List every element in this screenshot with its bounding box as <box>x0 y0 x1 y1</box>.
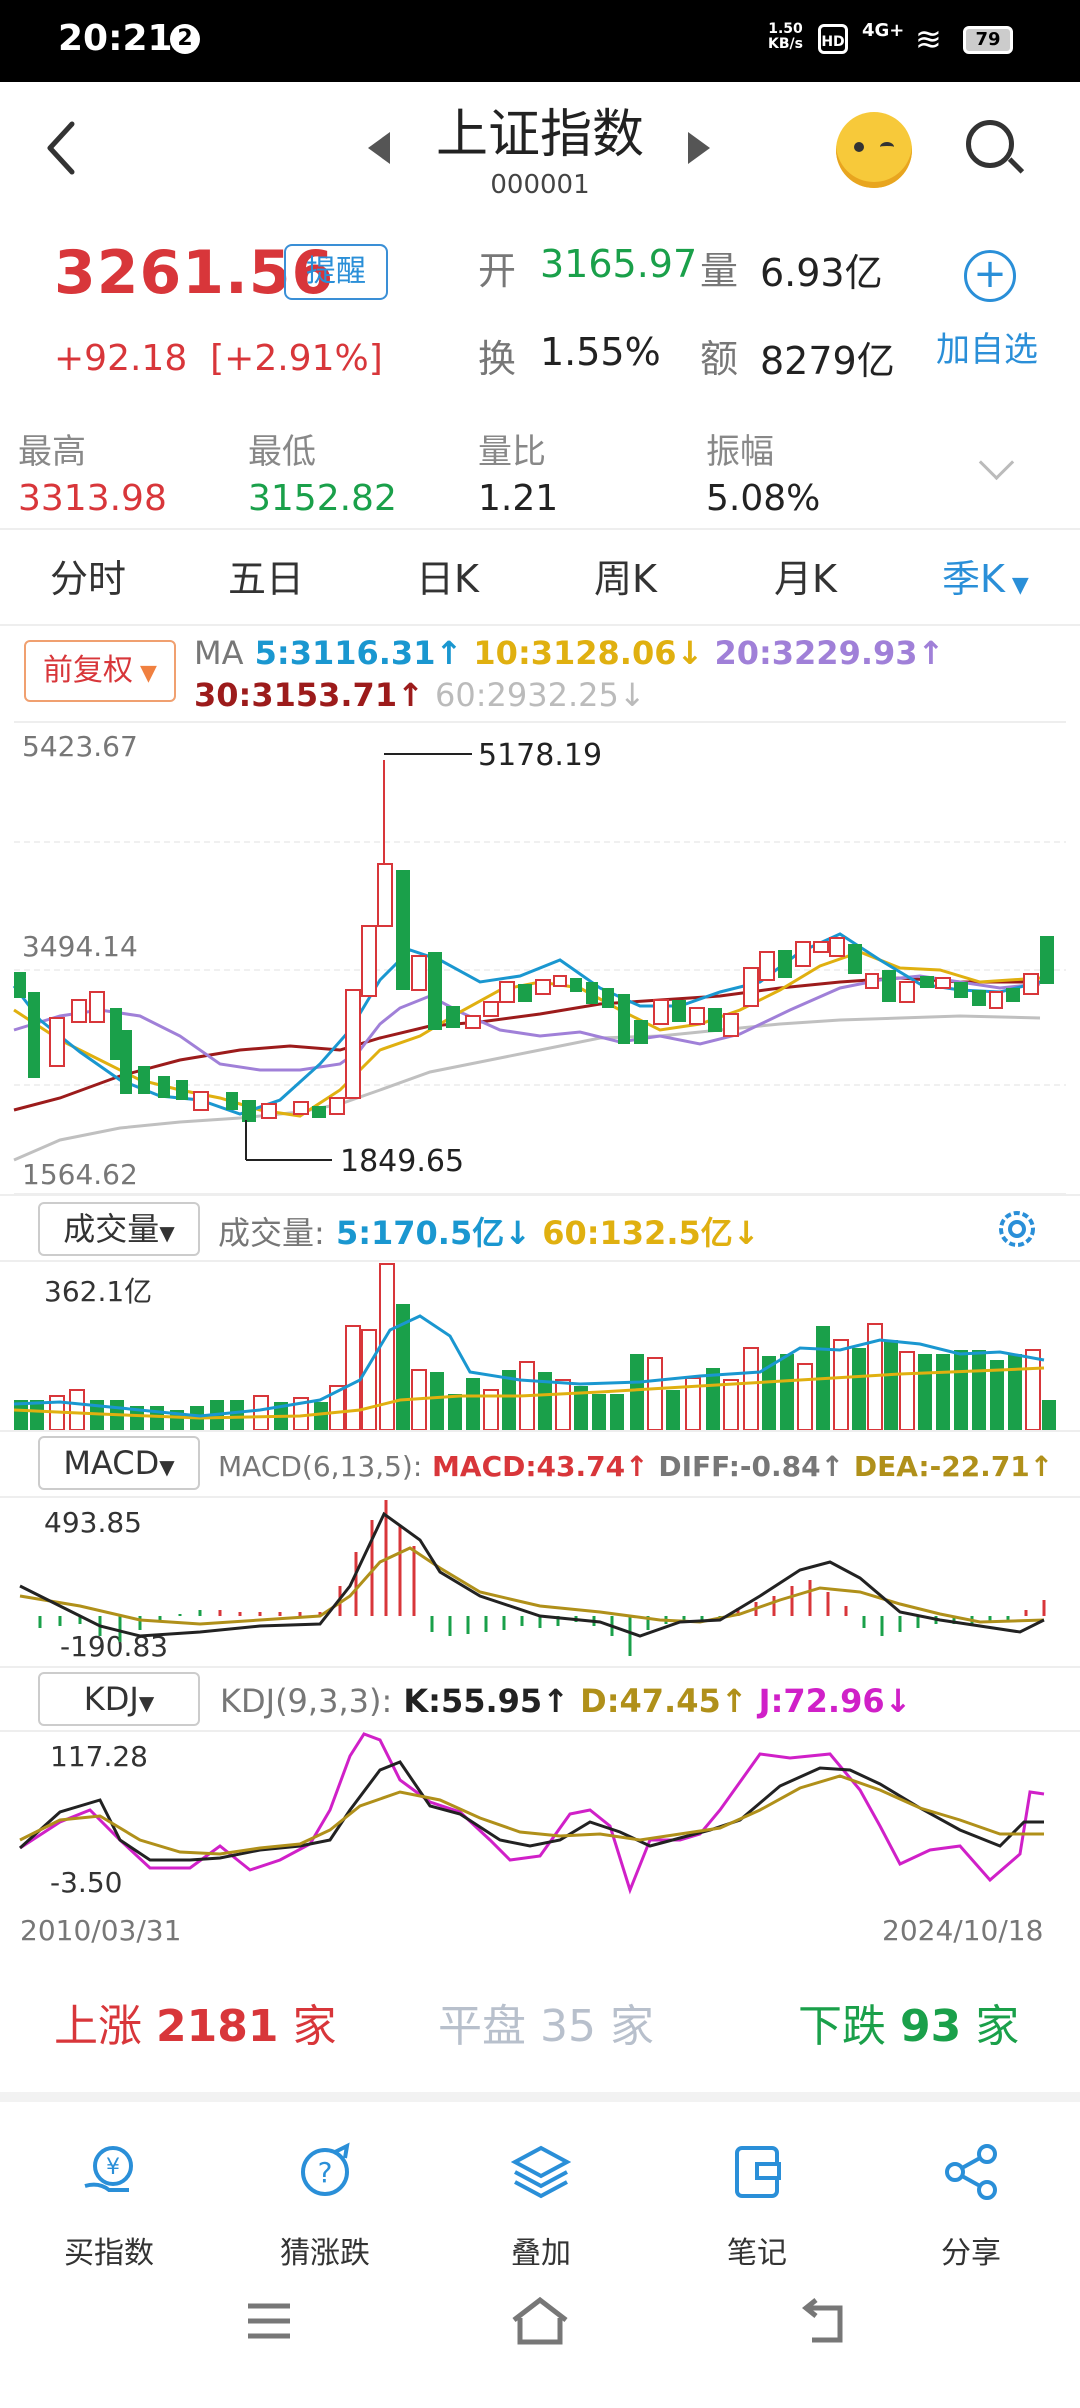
stock-code: 000001 <box>490 170 590 200</box>
divider <box>0 1666 1080 1668</box>
net-speed: 1.50 KB/s <box>768 21 803 52</box>
volume-selector[interactable]: 成交量▼ <box>38 1202 200 1256</box>
stat-amplitude-label: 振幅 <box>706 432 774 472</box>
battery-icon: 79 <box>963 26 1013 54</box>
status-bar: 20:21 2 1.50 KB/s HD 4G+ ≋ 79 <box>0 0 1080 82</box>
stat-high-label: 最高 <box>18 432 86 472</box>
nav-notes[interactable]: 笔记 <box>692 2142 822 2272</box>
tab-monthly-k[interactable]: 月K <box>774 548 837 603</box>
volume-value: 6.93亿 <box>760 251 883 295</box>
amount-value: 8279亿 <box>760 339 895 383</box>
search-icon[interactable] <box>966 120 1014 168</box>
stat-high-value: 3313.98 <box>18 478 167 519</box>
high-marker-label: 5178.19 <box>478 738 603 773</box>
ma-legend-row1: MA 5:3116.31↑ 10:3128.06↓ 20:3229.93↑ <box>194 634 945 672</box>
macd-chart[interactable] <box>0 1496 1080 1666</box>
note-icon <box>735 2146 781 2198</box>
kdj-selector[interactable]: KDJ▼ <box>38 1672 200 1726</box>
macd-selector[interactable]: MACD▼ <box>38 1436 200 1490</box>
date-start: 2010/03/31 <box>20 1914 182 1947</box>
wifi-icon: ≋ <box>915 20 942 58</box>
ma-legend-row2: 30:3153.71↑ 60:2932.25↓ <box>194 676 646 714</box>
period-tabs <box>0 528 1080 626</box>
stat-amplitude-value: 5.08% <box>706 478 821 519</box>
kdj-chart[interactable] <box>0 1730 1080 1900</box>
svg-text:?: ? <box>318 2156 333 2189</box>
divider <box>0 1430 1080 1432</box>
svg-text:¥: ¥ <box>106 2155 120 2180</box>
share-icon <box>945 2144 997 2200</box>
low-marker-label: 1849.65 <box>340 1144 465 1179</box>
tab-five-day[interactable]: 五日 <box>228 548 304 603</box>
expand-chevron-icon[interactable] <box>978 444 1015 481</box>
kline-y-top: 5423.67 <box>22 730 138 763</box>
nav-overlay[interactable]: 叠加 <box>476 2142 606 2272</box>
nav-buy-index[interactable]: ¥ 买指数 <box>44 2142 174 2272</box>
divider <box>0 1194 1080 1196</box>
turnover-value: 1.55% <box>540 330 661 374</box>
volume-chart[interactable] <box>0 1260 1080 1430</box>
mascot-icon[interactable] <box>836 112 912 188</box>
turnover-label: 换 <box>478 337 517 381</box>
tab-intraday[interactable]: 分时 <box>50 548 126 603</box>
price-change: +92.18 [+2.91%] <box>54 338 383 379</box>
nav-share[interactable]: 分享 <box>906 2142 1036 2272</box>
volume-label: 量 <box>700 249 739 293</box>
adjust-selector[interactable]: 前复权 ▼ <box>24 640 176 702</box>
kline-y-mid: 3494.14 <box>22 930 138 963</box>
yen-hand-icon: ¥ <box>84 2146 133 2192</box>
date-end: 2024/10/18 <box>882 1914 1044 1947</box>
up-count: 上涨 2181 家 <box>54 2001 337 2052</box>
home-icon[interactable] <box>510 2296 570 2346</box>
settings-gear-icon[interactable] <box>992 1204 1042 1254</box>
tab-daily-k[interactable]: 日K <box>416 548 479 603</box>
amount-label: 额 <box>700 337 739 381</box>
page-title: 上证指数 <box>435 105 644 165</box>
status-time: 20:21 <box>58 18 173 59</box>
stat-vol-ratio-value: 1.21 <box>478 478 559 519</box>
tab-weekly-k[interactable]: 周K <box>594 548 657 603</box>
flat-count: 平盘 35 家 <box>438 2001 654 2052</box>
next-stock-icon[interactable] <box>688 132 710 164</box>
divider <box>0 2092 1080 2102</box>
stat-vol-ratio-label: 量比 <box>478 432 546 472</box>
nav-guess-updown[interactable]: ? 猜涨跌 <box>260 2142 390 2272</box>
question-chart-icon: ? <box>301 2142 350 2196</box>
macd-legend: MACD(6,13,5): MACD:43.74↑ DIFF:-0.84↑ DE… <box>218 1450 1054 1483</box>
add-favorite-button[interactable]: 加自选 <box>936 322 1038 371</box>
signal-icon: 4G+ <box>862 20 905 41</box>
kdj-legend: KDJ(9,3,3): K:55.95↑ D:47.45↑ J:72.96↓ <box>220 1682 912 1720</box>
stat-low-label: 最低 <box>248 432 316 472</box>
back-icon[interactable] <box>800 2296 850 2346</box>
layers-icon <box>510 2145 572 2199</box>
open-label: 开 <box>478 249 517 293</box>
open-value: 3165.97 <box>540 242 698 286</box>
menu-icon[interactable] <box>244 2296 294 2346</box>
down-count: 下跌 93 家 <box>798 2001 1020 2052</box>
hd-icon: HD <box>818 24 848 54</box>
kline-y-bottom: 1564.62 <box>22 1158 138 1191</box>
stat-low-value: 3152.82 <box>248 478 397 519</box>
volume-legend: 成交量: 5:170.5亿↓ 60:132.5亿↓ <box>218 1214 760 1252</box>
notification-badge: 2 <box>170 24 200 54</box>
alert-button[interactable]: 提醒 <box>284 244 388 300</box>
tab-quarterly-k[interactable]: 季K ▼ <box>942 548 1029 603</box>
add-favorite-icon[interactable]: + <box>964 250 1016 302</box>
